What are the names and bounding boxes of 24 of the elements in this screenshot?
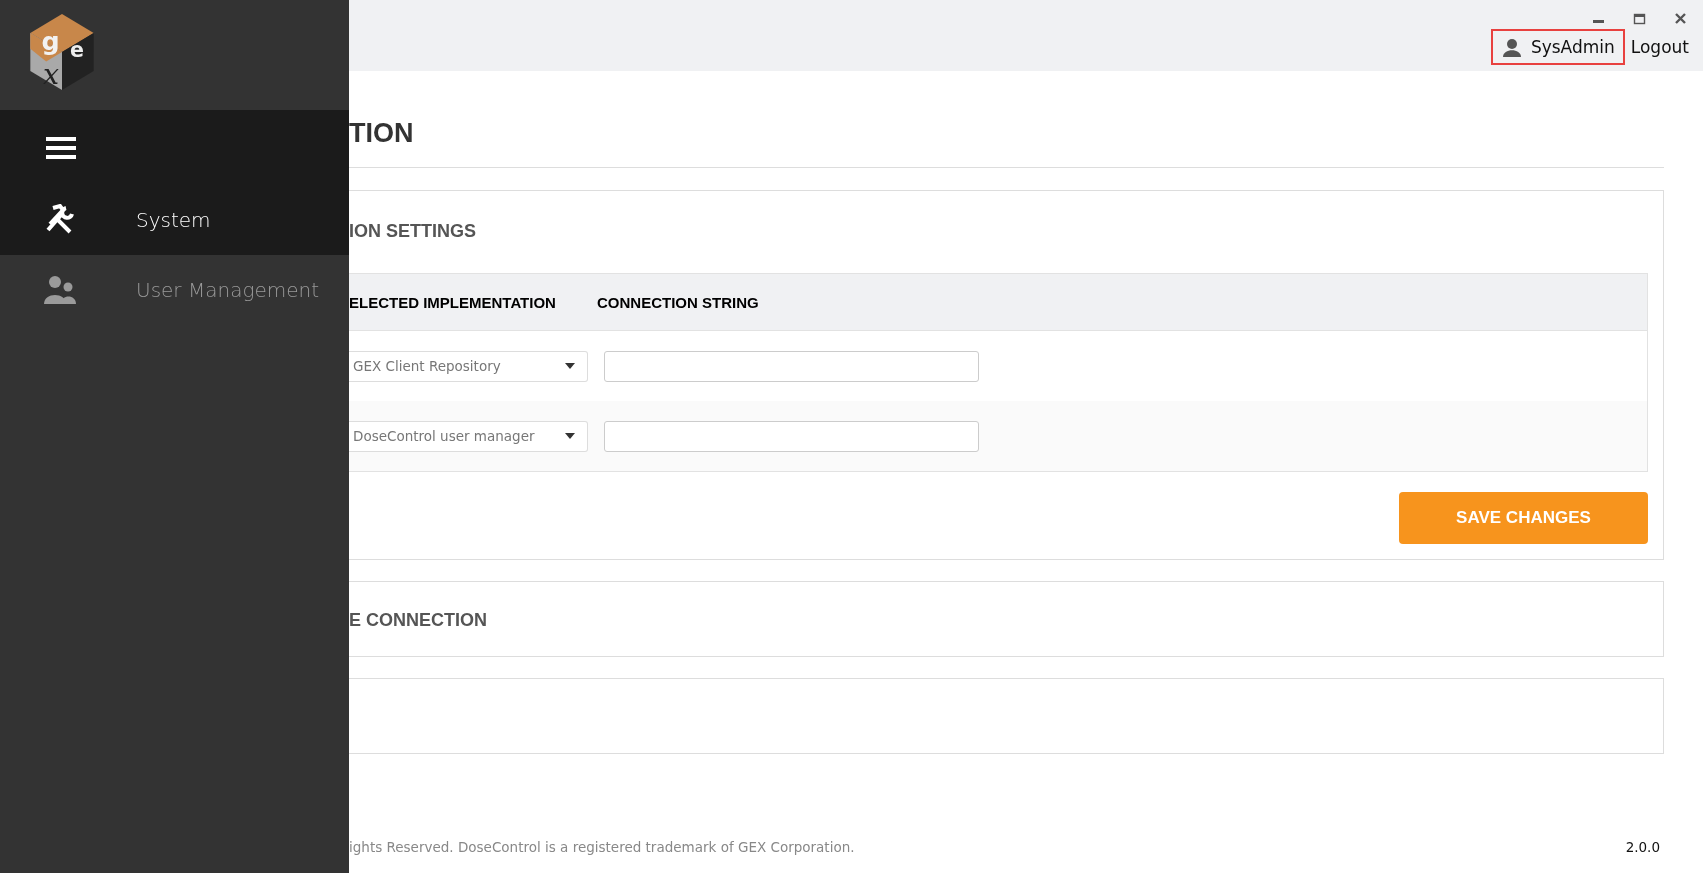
page-title: TION (349, 117, 415, 149)
logo: g e x (24, 10, 100, 94)
menu-icon[interactable] (46, 136, 76, 159)
connection-string-field[interactable] (604, 350, 979, 382)
user-icon (1502, 37, 1521, 57)
tools-icon (44, 204, 77, 236)
column-header: ELECTED IMPLEMENTATION (349, 293, 557, 311)
caret-icon (565, 363, 575, 369)
copyright-text: ights Reserved. DoseControl is a registered trademark of GEX Corporation. (349, 839, 855, 857)
users-icon (44, 274, 77, 306)
connection-string-field[interactable] (604, 420, 979, 452)
caret-icon (565, 433, 575, 439)
implementation-dropdown[interactable]: GEX Client Repository (349, 350, 588, 382)
maximize-icon[interactable] (1633, 12, 1646, 25)
section-title: ION SETTINGS (349, 220, 477, 241)
column-header: CONNECTION STRING (597, 293, 759, 311)
close-icon[interactable] (1674, 12, 1687, 25)
version-text: 2.0.0 (1625, 839, 1660, 857)
section-title: E CONNECTION (349, 609, 488, 630)
implementation-dropdown[interactable]: DoseControl user manager (349, 420, 588, 452)
user-button[interactable]: SysAdmin (1490, 29, 1625, 65)
sidebar-item[interactable]: User Management (0, 255, 349, 325)
logout-link[interactable]: Logout (1630, 37, 1689, 57)
sidebar-item[interactable]: System (0, 185, 349, 255)
